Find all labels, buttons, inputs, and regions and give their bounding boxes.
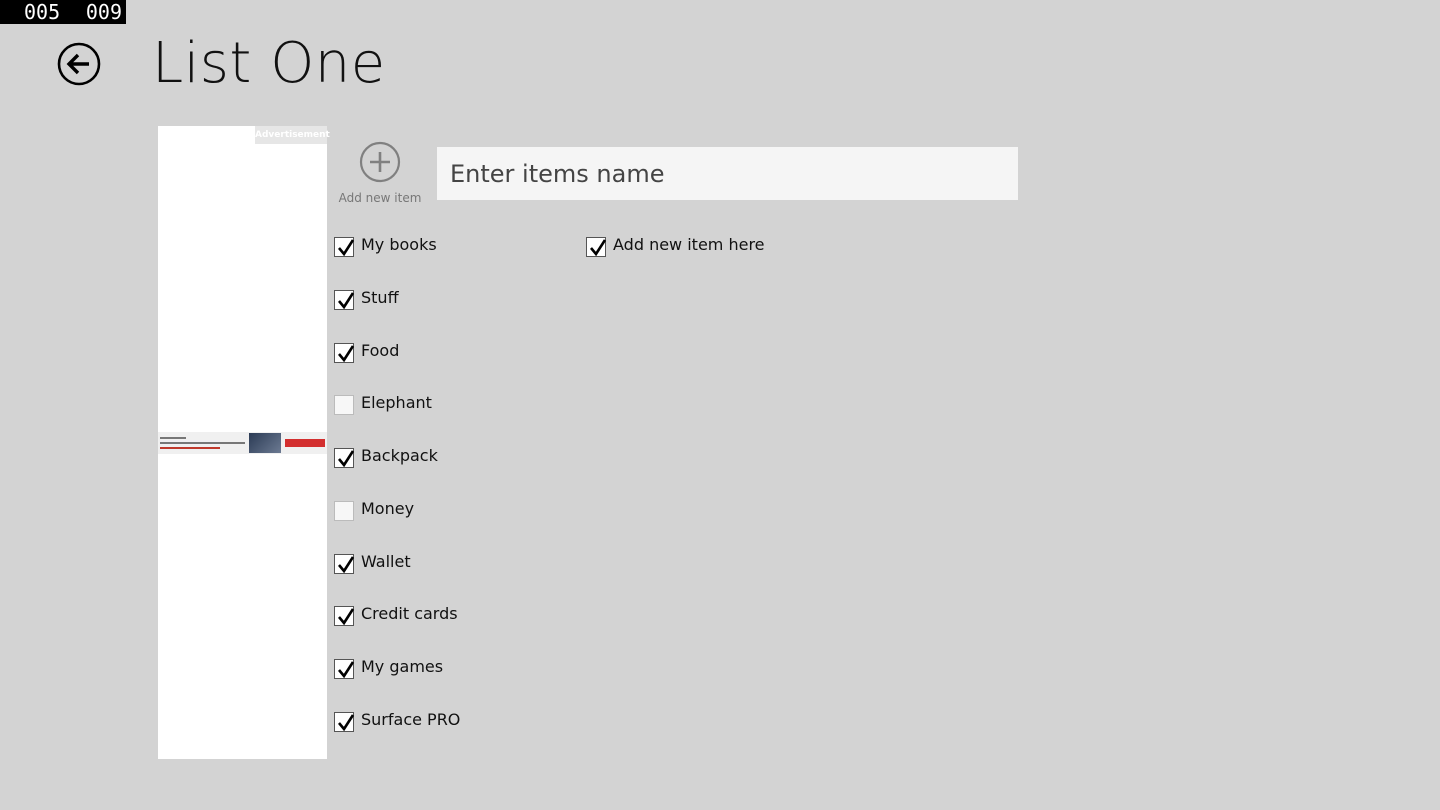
item-label: Credit cards — [361, 604, 458, 624]
item-label: Surface PRO — [361, 709, 461, 729]
checkmark-icon — [338, 555, 355, 573]
back-arrow-icon — [57, 42, 101, 86]
frame-counter-right: 009 — [85, 0, 122, 24]
list-item[interactable]: Backpack — [334, 445, 460, 498]
checkbox[interactable] — [334, 342, 355, 363]
checkbox[interactable] — [334, 606, 355, 627]
item-label: Elephant — [361, 393, 432, 413]
checkbox[interactable] — [334, 500, 354, 521]
add-circle-icon — [359, 141, 401, 183]
add-new-item-button[interactable]: Add new item — [337, 141, 423, 207]
ad-banner-image — [249, 433, 281, 453]
item-label: Food — [361, 340, 400, 360]
checkbox[interactable] — [334, 289, 355, 310]
items-column-1: My books Stuff Food Elephant Backpack Mo… — [334, 234, 460, 762]
checkbox[interactable] — [334, 395, 354, 416]
ad-banner[interactable] — [158, 432, 327, 454]
checkbox[interactable] — [334, 553, 355, 574]
frame-counter: 005 009 — [0, 0, 126, 24]
item-label: Backpack — [361, 446, 438, 465]
list-item[interactable]: Surface PRO — [334, 709, 460, 762]
add-new-item-label: Add new item — [338, 191, 422, 205]
item-label: My games — [361, 657, 444, 676]
checkmark-icon — [338, 608, 355, 626]
checkmark-icon — [338, 714, 355, 731]
ad-panel[interactable]: Advertisement — [158, 126, 330, 759]
item-label: Stuff — [361, 287, 399, 307]
checkmark-icon — [338, 292, 355, 309]
list-item[interactable]: My games — [334, 656, 460, 709]
frame-counter-left: 005 — [24, 0, 61, 24]
list-item[interactable]: Add new item here — [586, 234, 765, 287]
list-item[interactable]: Money — [334, 498, 460, 551]
list-item[interactable]: Food — [334, 340, 460, 393]
item-label: Add new item here — [613, 235, 765, 254]
checkmark-icon — [338, 239, 355, 257]
ad-label: Advertisement — [255, 126, 330, 144]
list-item[interactable]: My books — [334, 234, 460, 287]
list-item[interactable]: Elephant — [334, 392, 460, 445]
list-item[interactable]: Wallet — [334, 551, 460, 604]
checkbox[interactable] — [334, 659, 355, 679]
checkbox[interactable] — [586, 237, 607, 257]
checkbox[interactable] — [334, 448, 355, 468]
checkmark-icon — [338, 450, 355, 468]
checkmark-icon — [338, 661, 355, 679]
checkmark-icon — [590, 239, 607, 257]
ad-banner-text — [160, 435, 245, 451]
item-name-input[interactable] — [437, 147, 1018, 200]
checkbox[interactable] — [334, 711, 355, 732]
checkbox[interactable] — [334, 237, 355, 257]
list-item[interactable]: Credit cards — [334, 603, 460, 656]
list-item[interactable]: Stuff — [334, 287, 460, 340]
ad-banner-cta — [285, 439, 325, 447]
item-label: Money — [361, 498, 415, 518]
back-button[interactable] — [57, 42, 101, 86]
items-column-2: Add new item here — [586, 234, 765, 287]
checkmark-icon — [338, 344, 355, 362]
item-label: My books — [361, 235, 437, 254]
page-title: List One — [152, 31, 386, 96]
item-label: Wallet — [361, 551, 411, 571]
